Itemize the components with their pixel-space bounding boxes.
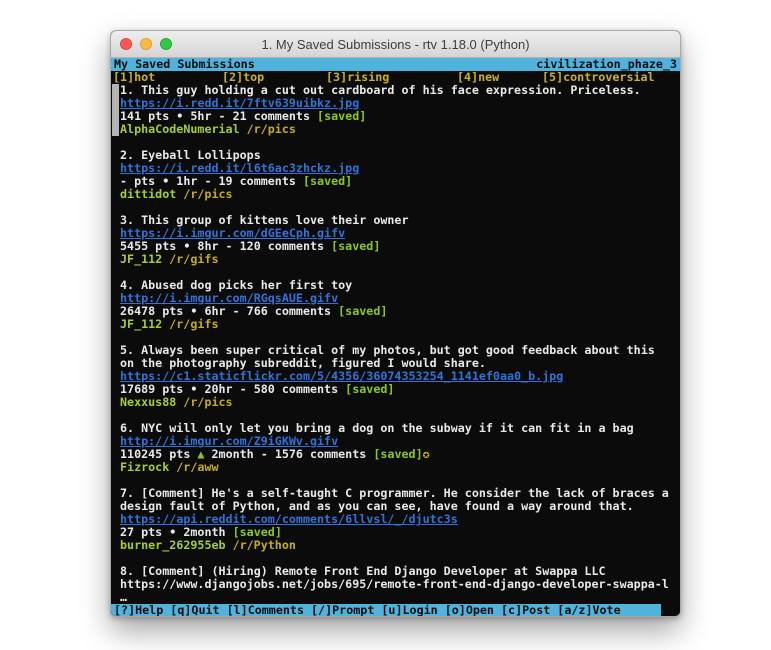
shortcut-bar: [?]Help [q]Quit [l]Comments [/]Prompt [u… — [111, 604, 661, 617]
submission-byline: Nexxus88/r/pics — [120, 396, 680, 409]
gilded-icon: ✪ — [423, 447, 430, 461]
traffic-lights — [120, 38, 172, 50]
author[interactable]: Fizrock — [120, 460, 169, 474]
subreddit[interactable]: /r/pics — [183, 187, 232, 201]
saved-badge: [saved] — [338, 304, 387, 318]
author[interactable]: AlphaCodeNumerial — [120, 122, 240, 136]
submission-title: 7. [Comment] He's a self-taught C progra… — [120, 487, 680, 513]
submission-2[interactable]: 2. Eyeball Lollipops https://i.redd.it/l… — [111, 149, 680, 201]
close-button[interactable] — [120, 38, 132, 50]
author[interactable]: Nexxus88 — [120, 395, 176, 409]
subreddit[interactable]: /r/pics — [183, 395, 232, 409]
subreddit[interactable]: /r/Python — [233, 538, 296, 552]
submission-7[interactable]: 7. [Comment] He's a self-taught C progra… — [111, 487, 680, 552]
saved-badge: [saved] — [303, 174, 352, 188]
minimize-button[interactable] — [140, 38, 152, 50]
saved-badge: [saved] — [345, 382, 394, 396]
submission-byline: JF_112/r/gifs — [120, 318, 680, 331]
submission-5[interactable]: 5. Always been super critical of my phot… — [111, 344, 680, 409]
submission-3[interactable]: 3. This group of kittens love their owne… — [111, 214, 680, 266]
title-bar: 1. My Saved Submissions - rtv 1.18.0 (Py… — [111, 31, 680, 58]
author[interactable]: JF_112 — [120, 252, 162, 266]
subreddit[interactable]: /r/pics — [247, 122, 296, 136]
author[interactable]: JF_112 — [120, 317, 162, 331]
rtv-window: 1. My Saved Submissions - rtv 1.18.0 (Py… — [110, 30, 681, 617]
subreddit[interactable]: /r/gifs — [169, 317, 218, 331]
window-title: 1. My Saved Submissions - rtv 1.18.0 (Py… — [261, 37, 529, 52]
submission-8[interactable]: 8. [Comment] (Hiring) Remote Front End D… — [111, 565, 680, 604]
submission-byline: burner_262955eb/r/Python — [120, 539, 680, 552]
submission-byline: AlphaCodeNumerial/r/pics — [120, 123, 680, 136]
submission-byline: Fizrock/r/aww — [120, 461, 680, 474]
submission-byline: dittidot/r/pics — [120, 188, 680, 201]
subreddit[interactable]: /r/aww — [176, 460, 218, 474]
submission-body: https://www.djangojobs.net/jobs/695/remo… — [120, 578, 680, 591]
submission-1[interactable]: 1. This guy holding a cut out cardboard … — [111, 84, 680, 136]
terminal: My Saved Submissions civilization_phaze_… — [111, 58, 680, 617]
subreddit[interactable]: /r/gifs — [169, 252, 218, 266]
selection-cursor — [112, 84, 119, 136]
saved-badge: [saved] — [233, 525, 282, 539]
saved-badge: [saved] — [331, 239, 380, 253]
submission-byline: JF_112/r/gifs — [120, 253, 680, 266]
saved-badge: [saved] — [373, 447, 422, 461]
truncation-ellipsis: … — [120, 591, 680, 604]
submission-title: 5. Always been super critical of my phot… — [120, 344, 680, 370]
saved-badge: [saved] — [317, 109, 366, 123]
author[interactable]: burner_262955eb — [120, 538, 226, 552]
zoom-button[interactable] — [160, 38, 172, 50]
submission-6[interactable]: 6. NYC will only let you bring a dog on … — [111, 422, 680, 474]
submission-4[interactable]: 4. Abused dog picks her first toy http:/… — [111, 279, 680, 331]
author[interactable]: dittidot — [120, 187, 176, 201]
